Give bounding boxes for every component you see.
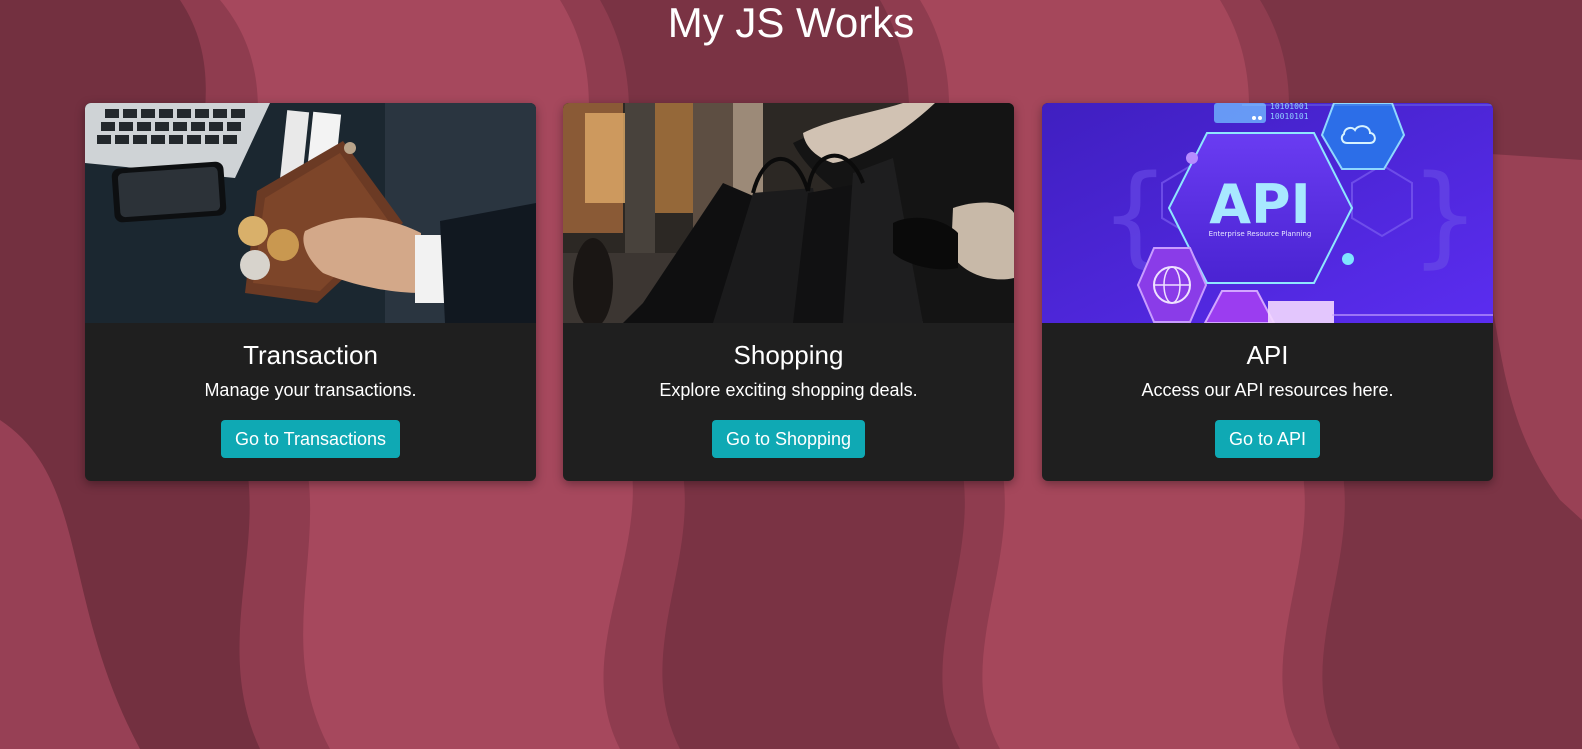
binary-text-1: 10101001 [1270,103,1309,111]
api-logo-text: API [1209,173,1310,236]
wallet-image [85,103,536,323]
svg-text:}: } [1410,151,1480,279]
api-image: { } 10101001 10010101 API Enterprise Res… [1042,103,1493,323]
card-shopping: Shopping Explore exciting shopping deals… [563,103,1014,481]
card-transaction: Transaction Manage your transactions. Go… [85,103,536,481]
card-title: Transaction [243,340,378,370]
go-to-api-button[interactable]: Go to API [1214,420,1321,458]
go-to-shopping-button[interactable]: Go to Shopping [711,420,866,458]
page-title: My JS Works [667,0,915,46]
card-grid: Transaction Manage your transactions. Go… [85,103,1493,481]
card-description: Explore exciting shopping deals. [659,380,918,400]
go-to-transactions-button[interactable]: Go to Transactions [220,420,401,458]
card-api: { } 10101001 10010101 API Enterprise Res… [1042,103,1493,481]
card-description: Manage your transactions. [204,380,417,400]
card-description: Access our API resources here. [1141,380,1394,400]
api-subtitle-text: Enterprise Resource Planning [1209,230,1312,238]
card-title: API [1246,340,1289,370]
card-title: Shopping [733,340,844,370]
binary-text-2: 10010101 [1270,112,1309,121]
shopping-bags-image [563,103,1014,323]
